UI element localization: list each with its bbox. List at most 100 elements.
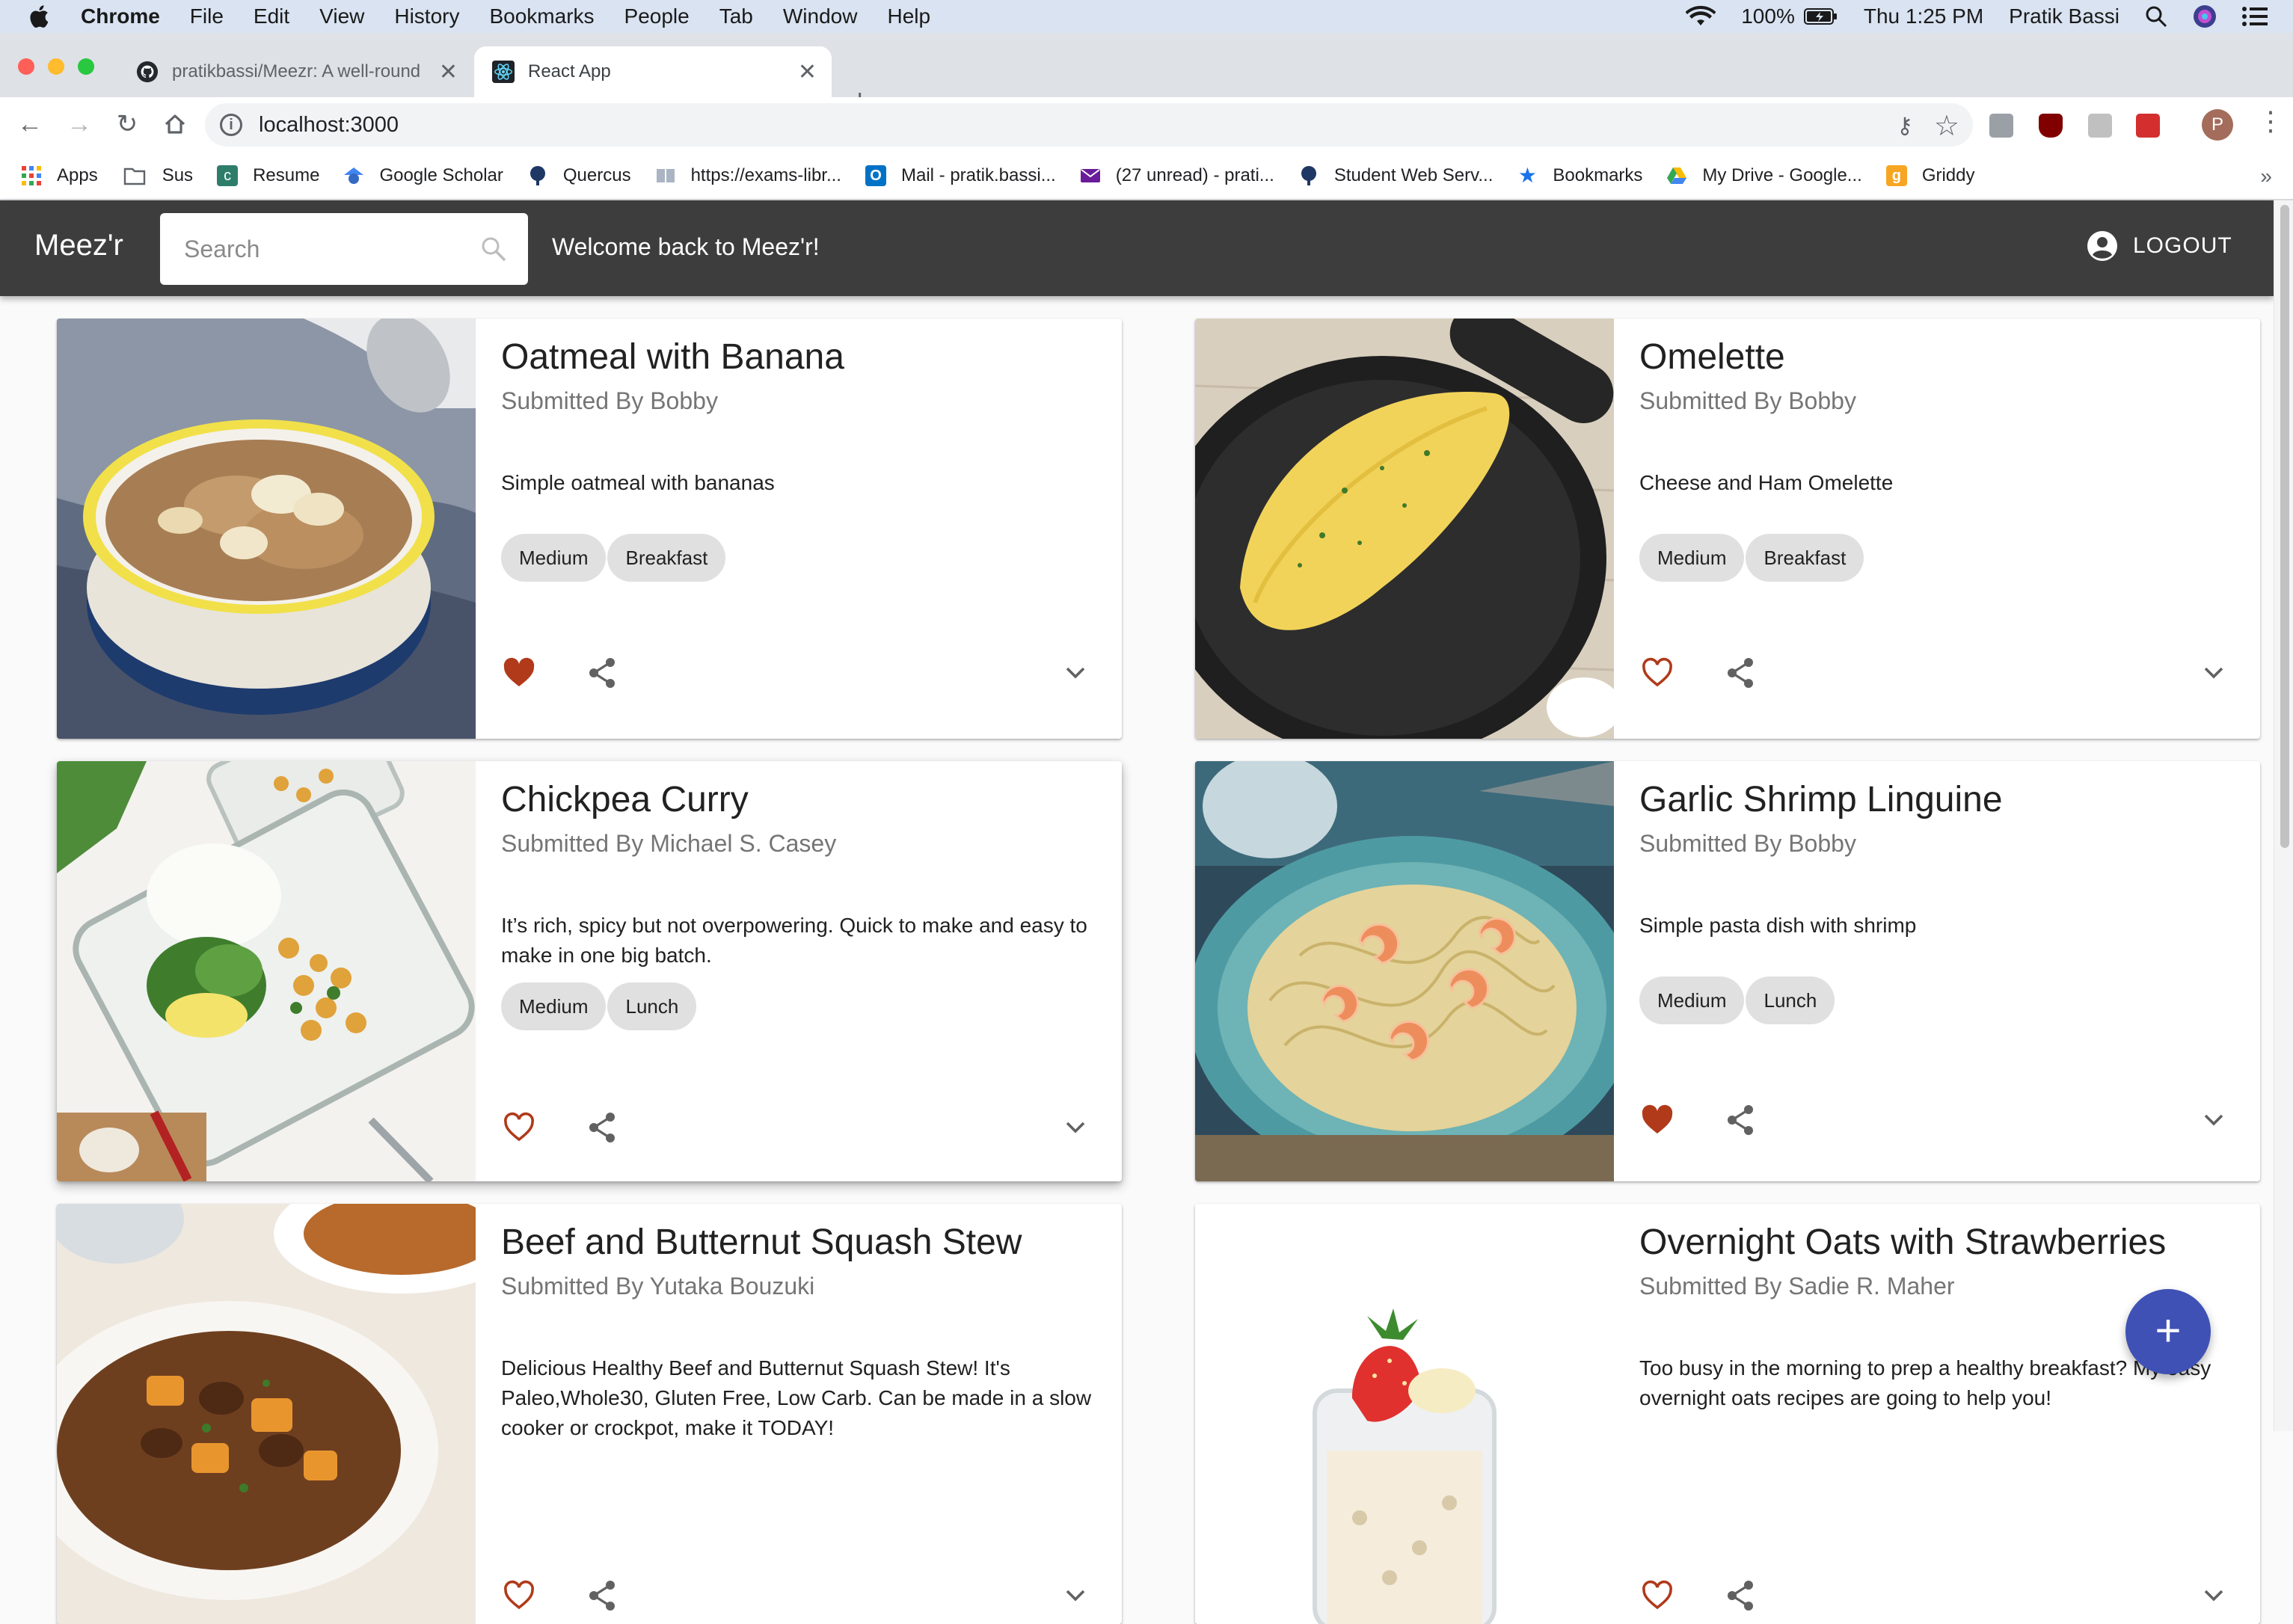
spotlight-search-icon[interactable] <box>2145 5 2167 28</box>
extension-icon[interactable] <box>1989 114 2013 138</box>
recipe-photo[interactable] <box>1195 319 1614 739</box>
bookmark-bookmarks[interactable]: ★ Bookmarks <box>1517 165 1643 186</box>
tag-chip[interactable]: Medium <box>1639 976 1745 1024</box>
wifi-icon[interactable] <box>1686 5 1716 28</box>
more-bookmarks-icon[interactable]: » <box>2260 164 2272 188</box>
tab-react-app[interactable]: React App ✕ <box>474 46 832 97</box>
favorite-filled-heart-icon[interactable] <box>501 655 537 691</box>
close-window-button[interactable] <box>18 58 34 75</box>
recipe-photo[interactable] <box>1195 1204 1614 1624</box>
clock[interactable]: Thu 1:25 PM <box>1864 4 1983 28</box>
favorite-outline-heart-icon[interactable] <box>501 1578 537 1614</box>
search-icon[interactable] <box>480 236 507 262</box>
apple-logo-icon[interactable] <box>28 4 49 28</box>
bookmark-outlook-mail[interactable]: O Mail - pratik.bassi... <box>865 165 1056 186</box>
site-info-icon[interactable]: i <box>220 114 242 136</box>
tag-chip[interactable]: Medium <box>1639 534 1745 582</box>
app-brand[interactable]: Meez'r <box>34 229 123 262</box>
notification-center-icon[interactable] <box>2242 6 2268 27</box>
share-icon[interactable] <box>585 1578 621 1614</box>
recipe-card[interactable]: Beef and Butternut Squash Stew Submitted… <box>57 1204 1122 1624</box>
tag-chip[interactable]: Breakfast <box>607 534 726 582</box>
menu-tab[interactable]: Tab <box>719 4 753 28</box>
battery-icon[interactable] <box>1803 7 1838 25</box>
reload-icon[interactable]: ↻ <box>112 109 142 139</box>
scrollbar-thumb[interactable] <box>2280 205 2289 848</box>
bookmark-quercus[interactable]: Quercus <box>527 165 631 186</box>
share-icon[interactable] <box>1723 1102 1759 1138</box>
extension-icon[interactable] <box>2088 114 2112 138</box>
menu-window[interactable]: Window <box>783 4 858 28</box>
recipe-photo[interactable] <box>57 319 476 739</box>
siri-icon[interactable] <box>2193 4 2217 28</box>
menu-bookmarks[interactable]: Bookmarks <box>489 4 594 28</box>
menu-edit[interactable]: Edit <box>254 4 289 28</box>
recipe-photo[interactable] <box>57 1204 476 1624</box>
share-icon[interactable] <box>585 655 621 691</box>
menu-app-name[interactable]: Chrome <box>81 4 160 28</box>
tag-chip[interactable]: Lunch <box>1746 976 1835 1024</box>
logout-button[interactable]: LOGOUT <box>2087 230 2232 262</box>
bookmark-google-scholar[interactable]: Google Scholar <box>343 165 503 186</box>
recipe-card[interactable]: Garlic Shrimp Linguine Submitted By Bobb… <box>1195 761 2260 1181</box>
close-tab-icon[interactable]: ✕ <box>798 59 817 85</box>
bookmark-my-drive[interactable]: My Drive - Google... <box>1666 165 1862 186</box>
menu-history[interactable]: History <box>394 4 459 28</box>
expand-chevron-icon[interactable] <box>1058 1578 1093 1614</box>
search-input[interactable] <box>184 231 468 267</box>
expand-chevron-icon[interactable] <box>1058 655 1093 691</box>
bookmark-exams-library[interactable]: https://exams-libr... <box>655 165 841 186</box>
recipe-author: Submitted By Bobby <box>1639 830 1856 857</box>
recipe-card[interactable]: Chickpea Curry Submitted By Michael S. C… <box>57 761 1122 1181</box>
tag-chip[interactable]: Breakfast <box>1746 534 1864 582</box>
back-arrow-icon[interactable]: ← <box>15 109 45 139</box>
share-icon[interactable] <box>1723 655 1759 691</box>
recipe-photo[interactable] <box>1195 761 1614 1181</box>
expand-chevron-icon[interactable] <box>2196 655 2232 691</box>
share-icon[interactable] <box>1723 1578 1759 1614</box>
menu-people[interactable]: People <box>624 4 690 28</box>
menu-file[interactable]: File <box>190 4 224 28</box>
maximize-window-button[interactable] <box>78 58 94 75</box>
expand-chevron-icon[interactable] <box>1058 1110 1093 1145</box>
minimize-window-button[interactable] <box>48 58 64 75</box>
home-icon[interactable] <box>160 109 190 139</box>
tag-chip[interactable]: Medium <box>501 982 607 1030</box>
key-icon[interactable]: ⚷ <box>1897 113 1913 139</box>
search-box[interactable] <box>160 213 528 285</box>
address-bar[interactable]: i localhost:3000 ⚷ ☆ <box>205 103 1973 147</box>
favorite-outline-heart-icon[interactable] <box>501 1110 537 1145</box>
recipe-card[interactable]: Omelette Submitted By Bobby Cheese and H… <box>1195 319 2260 739</box>
favorite-outline-heart-icon[interactable] <box>1639 655 1675 691</box>
page-scrollbar[interactable] <box>2274 200 2293 1431</box>
tab-github[interactable]: pratikbassi/Meezr: A well-round ✕ <box>118 46 473 97</box>
add-recipe-button[interactable]: + <box>2125 1289 2211 1374</box>
bookmark-student-web-services[interactable]: Student Web Serv... <box>1298 165 1493 186</box>
bookmark-sus[interactable]: Sus <box>122 165 193 186</box>
menu-help[interactable]: Help <box>887 4 930 28</box>
bookmark-gmail-unread[interactable]: (27 unread) - prati... <box>1080 165 1274 186</box>
bookmark-griddy[interactable]: g Griddy <box>1885 165 1975 186</box>
favorite-outline-heart-icon[interactable] <box>1639 1578 1675 1614</box>
more-options-icon[interactable]: ⋮ <box>2257 108 2284 135</box>
profile-avatar[interactable]: P <box>2202 109 2233 141</box>
tag-chip[interactable]: Lunch <box>607 982 697 1030</box>
recipe-card[interactable]: Oatmeal with Banana Submitted By Bobby S… <box>57 319 1122 739</box>
expand-chevron-icon[interactable] <box>2196 1102 2232 1138</box>
forward-arrow-icon[interactable]: → <box>64 109 94 139</box>
expand-chevron-icon[interactable] <box>2196 1578 2232 1614</box>
close-tab-icon[interactable]: ✕ <box>439 59 458 85</box>
ublock-icon[interactable] <box>2039 114 2063 138</box>
menu-view[interactable]: View <box>319 4 364 28</box>
recipe-photo[interactable] <box>57 761 476 1181</box>
bookmark-resume[interactable]: c Resume <box>217 165 319 186</box>
url-text[interactable]: localhost:3000 <box>259 113 399 138</box>
recipe-card[interactable]: Overnight Oats with Strawberries Submitt… <box>1195 1204 2260 1624</box>
extension-icon[interactable] <box>2136 114 2160 138</box>
favorite-filled-heart-icon[interactable] <box>1639 1102 1675 1138</box>
bookmark-apps[interactable]: Apps <box>21 165 98 186</box>
user-name[interactable]: Pratik Bassi <box>2009 4 2119 28</box>
bookmark-star-icon[interactable]: ☆ <box>1934 109 1959 143</box>
share-icon[interactable] <box>585 1110 621 1145</box>
tag-chip[interactable]: Medium <box>501 534 607 582</box>
